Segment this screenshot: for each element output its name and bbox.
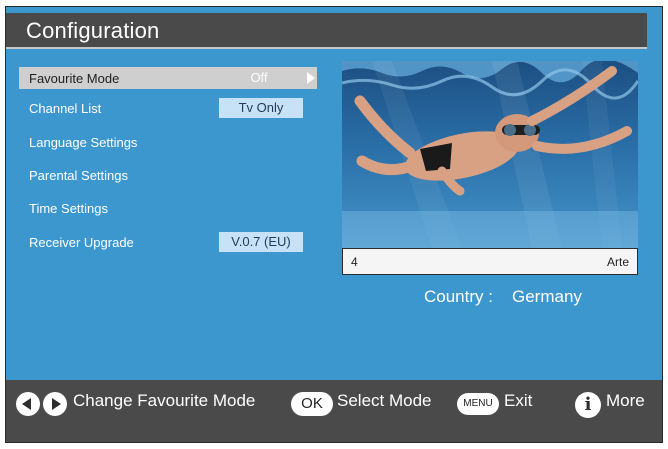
channel-preview: 4 Arte bbox=[342, 61, 638, 275]
exit-hint: Exit bbox=[504, 391, 533, 410]
menu-item-receiver-upgrade[interactable]: Receiver Upgrade V.0.7 (EU) bbox=[19, 231, 317, 253]
favourite-mode-value: Off bbox=[250, 70, 268, 85]
receiver-upgrade-value: V.0.7 (EU) bbox=[219, 232, 303, 252]
arrow-right-icon[interactable] bbox=[307, 72, 315, 84]
info-key-icon[interactable]: i bbox=[575, 392, 601, 418]
menu-item-label: Receiver Upgrade bbox=[29, 235, 134, 250]
menu-item-label: Time Settings bbox=[29, 201, 108, 216]
select-mode-hint: Select Mode bbox=[337, 391, 432, 410]
right-arrow-icon[interactable] bbox=[43, 392, 67, 416]
menu-item-label: Parental Settings bbox=[29, 168, 129, 183]
menu-item-label: Language Settings bbox=[29, 135, 138, 150]
menu-key-icon[interactable]: MENU bbox=[457, 393, 499, 415]
menu-item-label: Channel List bbox=[29, 101, 102, 116]
ok-key-icon[interactable]: OK bbox=[291, 392, 333, 416]
channel-name: Arte bbox=[606, 255, 629, 269]
menu-item-language-settings[interactable]: Language Settings bbox=[19, 131, 317, 153]
menu-item-time-settings[interactable]: Time Settings bbox=[19, 197, 317, 219]
menu-item-parental-settings[interactable]: Parental Settings bbox=[19, 164, 317, 186]
left-arrow-icon[interactable] bbox=[16, 392, 40, 416]
footer-help-bar: Change Favourite Mode OK Select Mode MEN… bbox=[6, 380, 662, 442]
channel-number: 4 bbox=[351, 255, 358, 269]
configuration-screen: Configuration Favourite Mode Off Channel… bbox=[5, 6, 663, 443]
channel-info-bar: 4 Arte bbox=[342, 248, 638, 275]
menu-item-favourite-mode[interactable]: Favourite Mode Off bbox=[19, 67, 317, 89]
page-title: Configuration bbox=[26, 18, 160, 43]
more-hint: More bbox=[606, 391, 645, 410]
change-favourite-mode-hint: Change Favourite Mode bbox=[73, 391, 256, 410]
menu-item-label: Favourite Mode bbox=[29, 71, 120, 86]
preview-video bbox=[342, 61, 638, 248]
title-bar: Configuration bbox=[6, 13, 647, 49]
country-value: Germany bbox=[512, 287, 582, 306]
menu-item-channel-list[interactable]: Channel List Tv Only bbox=[19, 97, 317, 119]
swimmer-image bbox=[342, 61, 638, 248]
country-label: Country : bbox=[424, 287, 493, 306]
channel-list-value[interactable]: Tv Only bbox=[219, 98, 303, 118]
